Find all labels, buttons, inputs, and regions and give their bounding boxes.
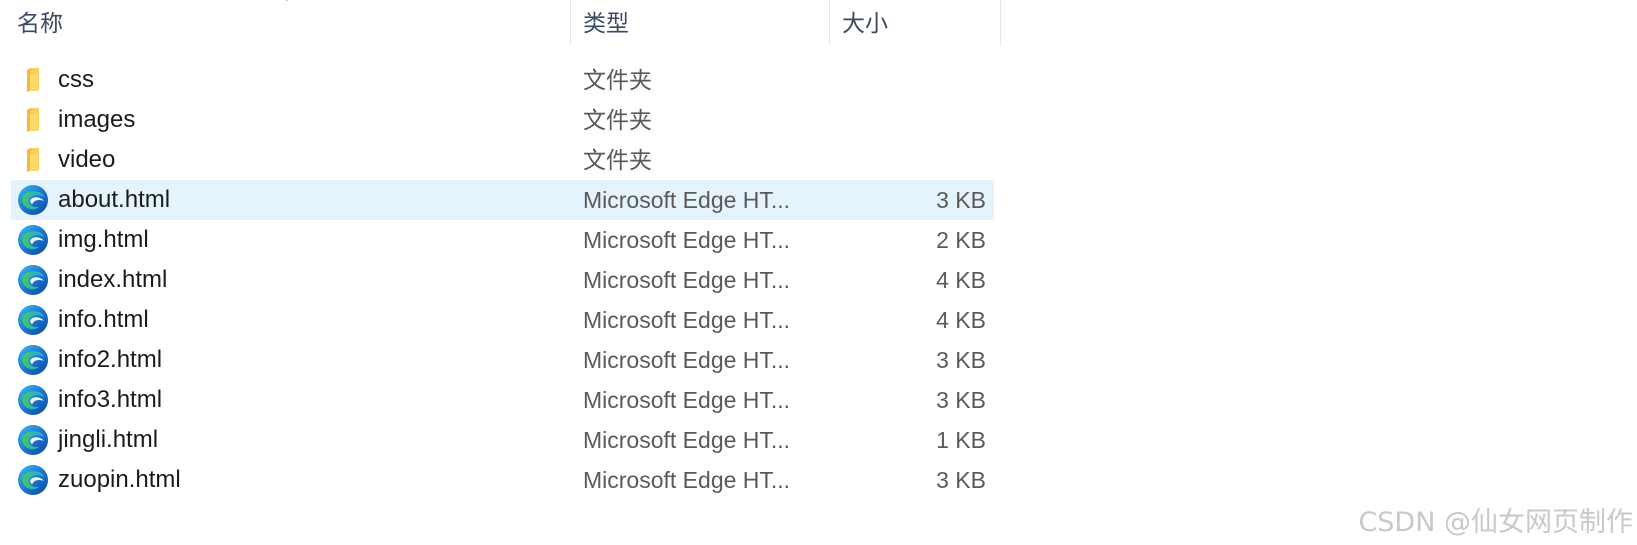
file-name: zuopin.html [58, 466, 181, 493]
file-row[interactable]: zuopin.html Microsoft Edge HT... 3 KB [11, 460, 994, 500]
file-type: Microsoft Edge HT... [583, 187, 791, 213]
edge-icon [17, 304, 49, 336]
file-size: 3 KB [936, 387, 986, 413]
file-row[interactable]: images 文件夹 [11, 100, 994, 140]
file-row[interactable]: css 文件夹 [11, 60, 994, 100]
file-name: info3.html [58, 386, 163, 413]
file-type: 文件夹 [583, 107, 652, 133]
file-type: 文件夹 [583, 147, 652, 173]
edge-icon [17, 224, 49, 256]
edge-icon [17, 424, 49, 456]
file-size: 3 KB [936, 467, 986, 493]
column-header-name-label: 名称 [17, 10, 63, 36]
file-size: 2 KB [936, 227, 986, 253]
file-row[interactable]: img.html Microsoft Edge HT... 2 KB [11, 220, 994, 260]
file-name: images [58, 106, 136, 133]
edge-icon [17, 344, 49, 376]
file-name: img.html [58, 226, 149, 253]
edge-icon [17, 184, 49, 216]
file-explorer: 名称 类型 大小 css 文件夹 images 文件夹 video 文件夹 ab… [0, 0, 1637, 545]
watermark: CSDN @仙女网页制作 [1358, 507, 1633, 538]
file-row[interactable]: index.html Microsoft Edge HT... 4 KB [11, 260, 994, 300]
file-name: about.html [58, 186, 171, 213]
folder-icon [17, 144, 49, 176]
file-name: css [58, 66, 94, 93]
file-name: info.html [58, 306, 149, 333]
file-type: Microsoft Edge HT... [583, 347, 791, 373]
file-row[interactable]: video 文件夹 [11, 140, 994, 180]
folder-icon [17, 64, 49, 96]
column-header-size-label: 大小 [842, 10, 888, 36]
file-type: Microsoft Edge HT... [583, 387, 791, 413]
file-row[interactable]: jingli.html Microsoft Edge HT... 1 KB [11, 420, 994, 460]
file-row[interactable]: info2.html Microsoft Edge HT... 3 KB [11, 340, 994, 380]
file-name: info2.html [58, 346, 163, 373]
column-header: 名称 类型 大小 [0, 0, 1002, 46]
file-name: jingli.html [58, 426, 159, 453]
folder-icon [17, 104, 49, 136]
file-size: 4 KB [936, 307, 986, 333]
file-name: index.html [58, 266, 168, 293]
file-size: 4 KB [936, 267, 986, 293]
file-type: Microsoft Edge HT... [583, 267, 791, 293]
file-size: 3 KB [936, 347, 986, 373]
edge-icon [17, 464, 49, 496]
file-size: 3 KB [936, 187, 986, 213]
file-size: 1 KB [936, 427, 986, 453]
file-type: Microsoft Edge HT... [583, 227, 791, 253]
file-type: Microsoft Edge HT... [583, 427, 791, 453]
column-header-size[interactable]: 大小 [829, 0, 1001, 46]
column-header-name[interactable]: 名称 [0, 0, 570, 46]
sort-ascending-icon [286, 0, 288, 1]
file-type: 文件夹 [583, 67, 652, 93]
file-row[interactable]: info.html Microsoft Edge HT... 4 KB [11, 300, 994, 340]
edge-icon [17, 384, 49, 416]
column-header-type-label: 类型 [583, 10, 629, 36]
file-row[interactable]: about.html Microsoft Edge HT... 3 KB [11, 180, 994, 220]
file-type: Microsoft Edge HT... [583, 307, 791, 333]
column-header-type[interactable]: 类型 [570, 0, 829, 46]
file-type: Microsoft Edge HT... [583, 467, 791, 493]
file-name: video [58, 146, 116, 173]
edge-icon [17, 264, 49, 296]
file-row[interactable]: info3.html Microsoft Edge HT... 3 KB [11, 380, 994, 420]
